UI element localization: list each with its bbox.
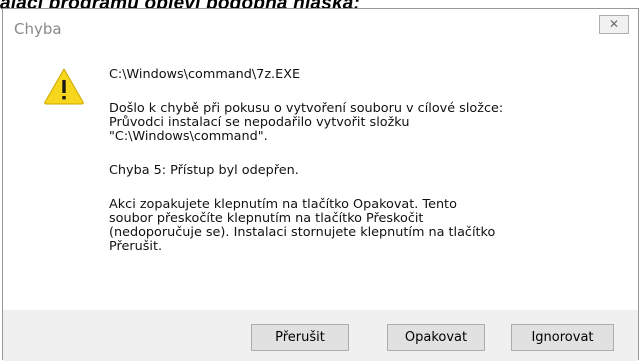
message-text: C:\Windows\command\7z.EXE Došlo k chybě … [109,68,619,254]
help-line-1: Akci zopakujete klepnutím na tlačítko Op… [109,197,457,212]
button-bar: Přerušit Opakovat Ignorovat [3,310,638,361]
ignore-button[interactable]: Ignorovat [511,324,614,351]
error-line-3: "C:\Windows\command". [109,129,268,144]
help-line-2: soubor přeskočíte klepnutím na tlačítko … [109,211,424,226]
title-bar: Chyba ✕ [3,9,638,49]
dialog-title: Chyba [14,20,62,38]
error-code: Chyba 5: Přístup byl odepřen. [109,163,299,178]
warning-icon [44,68,84,105]
close-button[interactable]: ✕ [599,15,629,34]
error-line-2: Průvodci instalací se nepodařilo vytvoři… [109,115,410,130]
error-line-1: Došlo k chybě při pokusu o vytvoření sou… [109,101,504,116]
close-icon: ✕ [608,17,620,31]
retry-button[interactable]: Opakovat [387,324,485,351]
file-path: C:\Windows\command\7z.EXE [109,67,301,82]
abort-button[interactable]: Přerušit [251,324,349,351]
help-line-4: Přerušit. [109,239,163,254]
error-dialog: Chyba ✕ C:\Windows\command\7z.EXE Došlo … [2,8,639,361]
help-line-3: (nedoporučuje se). Instalaci stornujete … [109,225,496,240]
